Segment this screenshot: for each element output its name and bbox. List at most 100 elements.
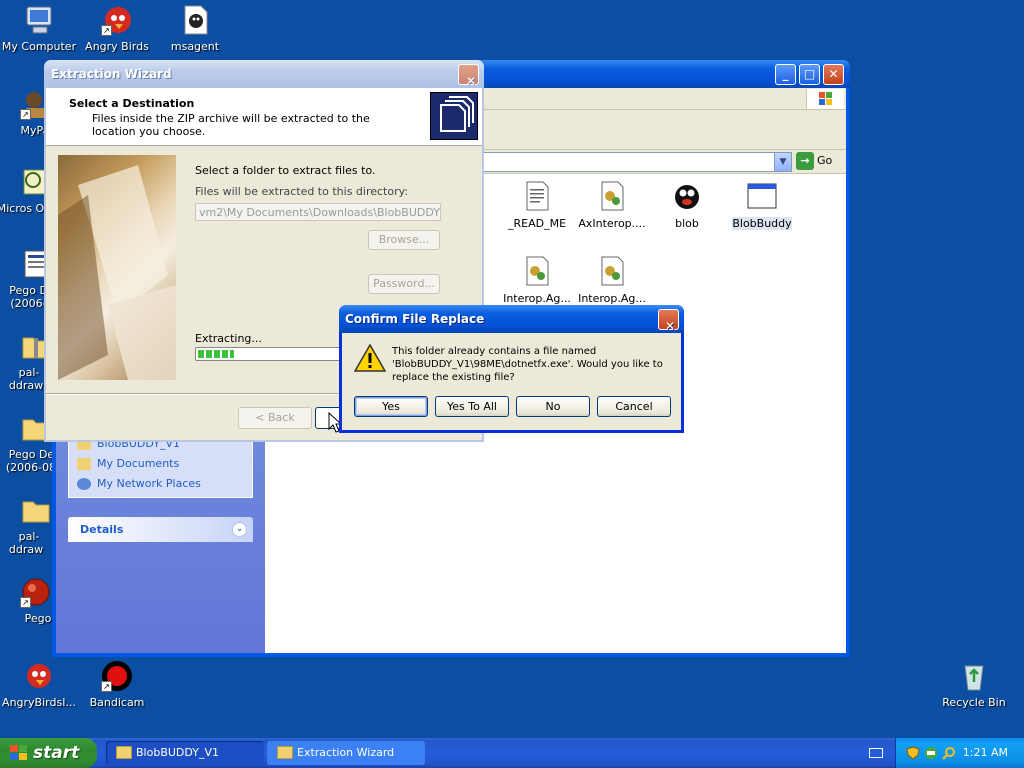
no-button[interactable]: No <box>516 396 590 417</box>
file-label: Interop.Ag... <box>503 292 571 305</box>
close-button[interactable]: ✕ <box>823 64 844 85</box>
file-item-interop-1[interactable]: Interop.Ag... <box>500 255 574 305</box>
wizard-side-image <box>58 155 176 380</box>
cancel-button[interactable]: Cancel <box>597 396 671 417</box>
chevron-down-icon: ▼ <box>779 157 787 167</box>
close-icon: ✕ <box>665 319 676 333</box>
computer-icon <box>23 4 55 36</box>
clock: 1:21 AM <box>962 746 1008 759</box>
windows-logo-icon <box>806 89 844 109</box>
destination-path-field[interactable]: vm2\My Documents\Downloads\BlobBUDDY_V1 <box>195 203 441 221</box>
wizard-titlebar[interactable]: Extraction Wizard ✕ <box>44 60 484 88</box>
file-item-interop-2[interactable]: Interop.Ag... <box>575 255 649 305</box>
maximize-icon: □ <box>803 67 816 81</box>
start-button[interactable]: start <box>0 738 97 768</box>
network-icon[interactable] <box>924 746 938 760</box>
folder-icon <box>116 746 132 759</box>
desktop-icon-recycle-bin[interactable]: Recycle Bin <box>935 660 1013 709</box>
angry-birds-icon <box>23 660 55 692</box>
folder-icon <box>277 746 293 759</box>
recycle-bin-icon <box>958 660 990 692</box>
confirm-titlebar[interactable]: Confirm File Replace ✕ <box>339 305 684 333</box>
desktop-icon-label: pal-ddraw <box>8 366 44 392</box>
msagent-icon <box>179 4 211 36</box>
file-item-axinterop[interactable]: AxInterop.... <box>575 180 649 230</box>
shortcut-arrow-icon: ↗ <box>101 25 112 36</box>
back-button[interactable]: < Back <box>238 407 312 429</box>
desktop-icon-bandicam[interactable]: ↗ Bandicam <box>78 660 156 709</box>
task-link-my-documents[interactable]: My Documents <box>77 457 179 470</box>
keyboard-icon[interactable] <box>869 748 883 758</box>
text-file-icon <box>521 180 553 212</box>
password-button[interactable]: Password... <box>368 274 440 294</box>
taskbar-item-extraction-wizard[interactable]: Extraction Wizard <box>267 741 425 765</box>
desktop-icon-label: My Computer <box>1 40 77 53</box>
shortcut-arrow-icon: ↗ <box>20 597 31 608</box>
file-item-read-me[interactable]: _READ_ME <box>500 180 574 230</box>
chevron-down-icon[interactable]: ⌄ <box>232 522 247 537</box>
task-link-my-network-places[interactable]: My Network Places <box>77 477 201 490</box>
file-item-blob[interactable]: blob <box>650 180 724 230</box>
security-shield-icon[interactable] <box>906 746 920 760</box>
address-dropdown-button[interactable]: ▼ <box>774 153 791 171</box>
folder-icon <box>20 494 52 526</box>
task-link-label: My Documents <box>97 457 180 470</box>
file-label: blob <box>675 217 699 230</box>
warning-icon <box>353 343 387 373</box>
go-button[interactable]: → Go <box>796 152 842 172</box>
confirm-message-line: This folder already contains a file name… <box>392 346 597 357</box>
maximize-button[interactable]: □ <box>799 64 820 85</box>
desktop-icon-my-computer[interactable]: My Computer <box>0 4 78 53</box>
task-link-label: My Network Places <box>97 477 201 490</box>
file-label: BlobBuddy <box>732 217 792 230</box>
desktop-icon-label: Angry Birds <box>85 40 149 53</box>
details-label: Details <box>80 523 124 536</box>
taskbar-item-label: Extraction Wizard <box>297 746 395 759</box>
desktop-icon-pal-ddraw-folder[interactable]: pal-ddraw <box>0 494 52 556</box>
yes-to-all-button[interactable]: Yes To All <box>435 396 509 417</box>
go-arrow-icon: → <box>796 152 814 170</box>
confirm-file-replace-dialog: Confirm File Replace ✕ This folder alrea… <box>339 305 684 433</box>
desktop-icon-label: Recycle Bin <box>942 696 1006 709</box>
yes-button[interactable]: Yes <box>354 396 428 417</box>
start-label: start <box>33 743 80 763</box>
go-label: Go <box>817 154 833 167</box>
extract-dir-label: Files will be extracted to this director… <box>195 185 409 198</box>
confirm-message-line: 'BlobBUDDY_V1\98ME\dotnetfx.exe'. Would … <box>392 359 663 370</box>
wizard-title: Extraction Wizard <box>51 67 172 81</box>
file-item-blobbuddy[interactable]: BlobBuddy <box>725 180 799 230</box>
blob-icon <box>671 180 703 212</box>
details-section-header[interactable]: Details ⌄ <box>68 517 253 542</box>
my-documents-icon <box>77 458 91 470</box>
desktop-icon-pego[interactable]: ↗ Pego <box>0 576 52 625</box>
progress-fill <box>198 350 235 358</box>
desktop-icon-angry-birds[interactable]: ↗ Angry Birds <box>78 4 156 53</box>
file-label: AxInterop.... <box>578 217 646 230</box>
desktop-icon-msagent[interactable]: msagent <box>156 4 234 53</box>
dll-file-icon <box>596 255 628 287</box>
browse-button[interactable]: Browse... <box>368 230 440 250</box>
angry-birds-icon: ↗ <box>101 4 133 36</box>
wizard-heading: Select a Destination <box>69 97 195 110</box>
desktop-icon-label: msagent <box>170 40 220 53</box>
wizard-subheading: Files inside the ZIP archive will be ext… <box>92 112 370 138</box>
confirm-close-button[interactable]: ✕ <box>658 309 679 333</box>
shortcut-arrow-icon: ↗ <box>20 109 31 120</box>
minimize-button[interactable]: _ <box>775 64 796 85</box>
minimize-icon: _ <box>782 67 789 81</box>
wizard-header: Select a Destination Files inside the ZI… <box>46 88 482 146</box>
zip-folders-icon <box>430 92 478 140</box>
wizard-close-button[interactable]: ✕ <box>458 64 479 88</box>
confirm-message: This folder already contains a file name… <box>392 345 677 384</box>
file-label: Interop.Ag... <box>578 292 646 305</box>
desktop-icon-label: Bandicam <box>89 696 145 709</box>
desktop-icon-angry-birds-installer[interactable]: AngryBirdsI... <box>0 660 78 709</box>
desktop-icon-label: MyPa <box>20 124 50 137</box>
bandicam-icon: ↗ <box>101 660 133 692</box>
search-icon[interactable] <box>942 746 956 760</box>
desktop-icon-label: pal-ddraw <box>8 530 44 556</box>
dll-file-icon <box>596 180 628 212</box>
confirm-message-line: replace the existing file? <box>392 372 515 383</box>
desktop-icon-label: AngryBirdsI... <box>2 696 76 709</box>
taskbar-item-blobbuddy[interactable]: BlobBUDDY_V1 <box>106 741 264 765</box>
